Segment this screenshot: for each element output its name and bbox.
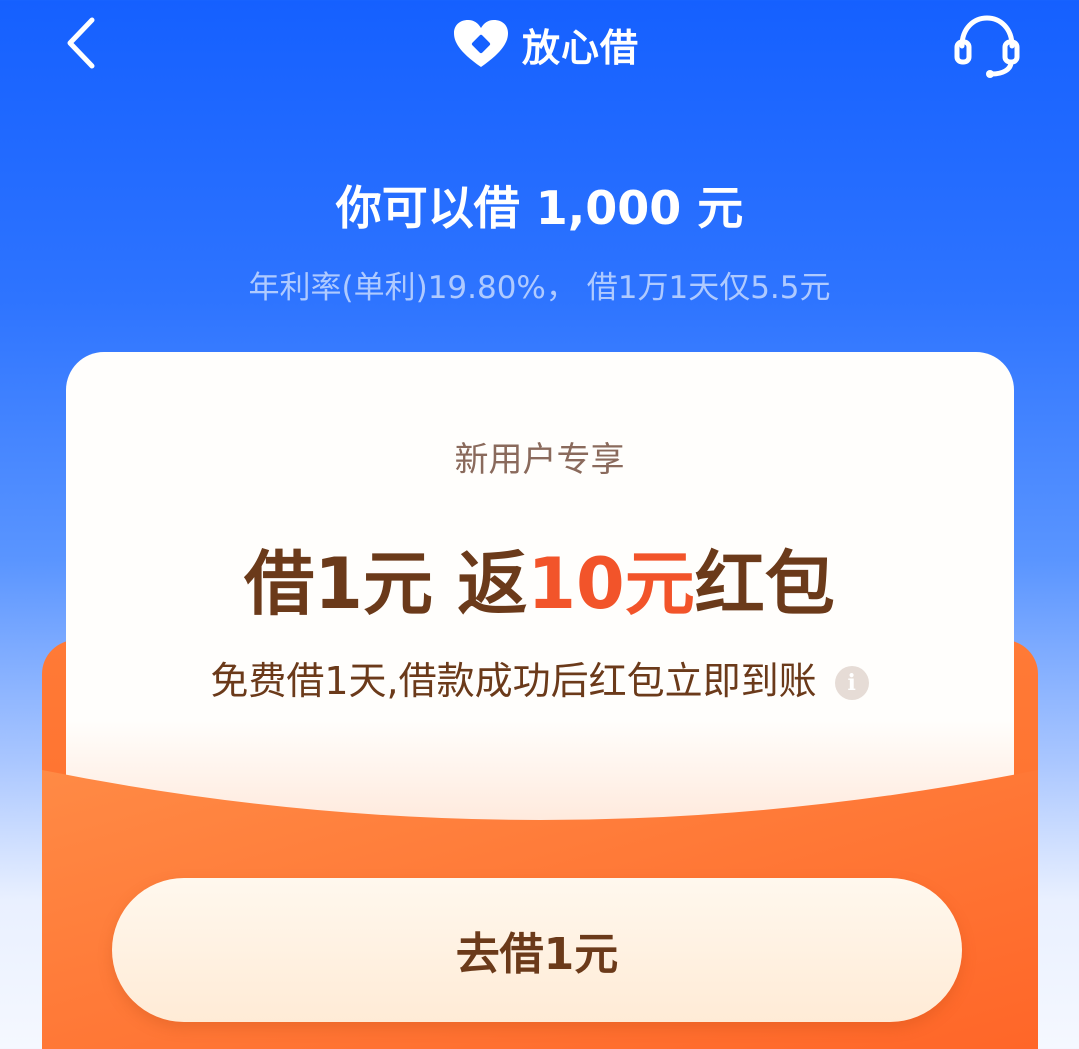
promo-description-row: 免费借1天,借款成功后红包立即到账 i [0, 650, 1079, 705]
interest-rate: 年利率(单利)19.80%， 借1万1天仅5.5元 [248, 270, 831, 306]
promo-title-prefix: 借1元 返 [244, 543, 528, 625]
promo-title: 借1元 返10元红包 [0, 528, 1079, 629]
customer-service-headset-icon [954, 15, 1020, 78]
customer-service-button[interactable] [952, 10, 1022, 80]
brand-name: 放心借 [522, 25, 640, 70]
promo-title-highlight: 10元 [527, 543, 695, 625]
promo-title-suffix: 红包 [694, 543, 835, 625]
info-icon[interactable]: i [834, 666, 869, 700]
back-button[interactable] [58, 14, 108, 72]
borrow-button-label: 去借1元 [455, 929, 619, 980]
promo-description: 免费借1天,借款成功后红包立即到账 [210, 659, 817, 703]
loan-amount: 你可以借 1,000 元 [335, 181, 744, 235]
brand: 放心借 [452, 18, 639, 70]
promo-subtitle: 新用户专享 [454, 440, 625, 480]
back-arrow-icon [67, 17, 95, 69]
heart-logo-icon [454, 20, 508, 67]
borrow-one-yuan-button[interactable]: 去借1元 [112, 878, 962, 1022]
top-bar: 放心借 [0, 0, 1079, 96]
promo-card-fade [66, 720, 1014, 820]
